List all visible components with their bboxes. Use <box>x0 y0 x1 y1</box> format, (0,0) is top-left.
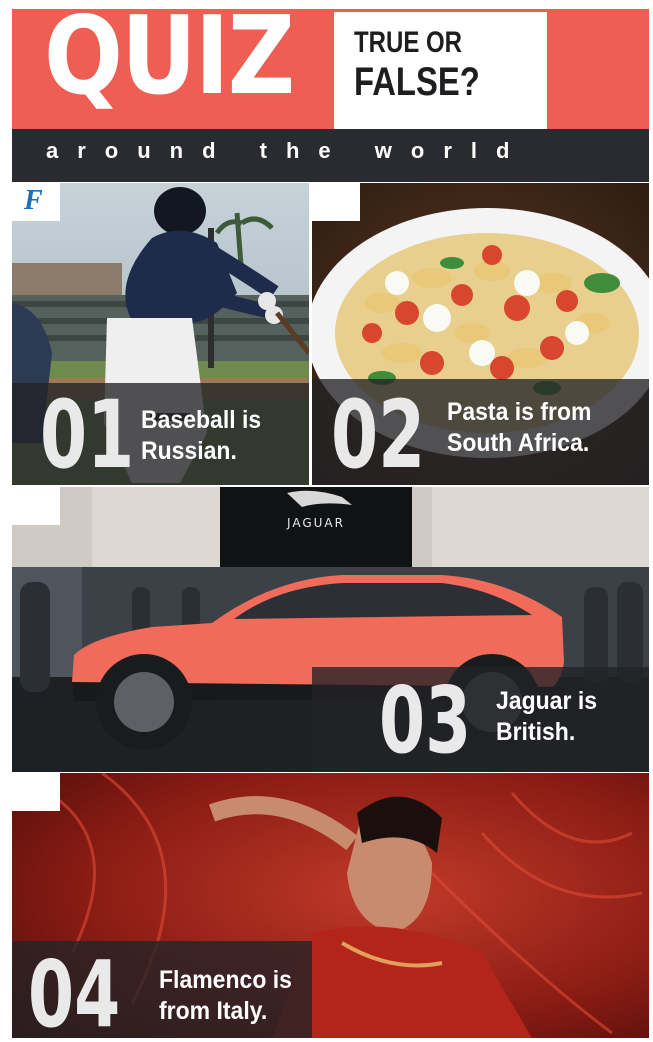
subtitle: around the world <box>46 138 529 163</box>
statement-line: British. <box>496 718 576 746</box>
false-label: FALSE? <box>354 60 480 104</box>
true-or-label: TRUE OR <box>354 26 462 59</box>
statement-line: Baseball is <box>141 406 262 434</box>
answer-box-3[interactable] <box>12 487 60 525</box>
subtitle-band: around the world <box>12 129 649 182</box>
quiz-title: QUIZ <box>44 0 295 119</box>
statement-line: South Africa. <box>447 429 590 457</box>
statement-line: Russian. <box>141 437 237 465</box>
question-statement: Flamenco is from Italy. <box>159 965 292 1027</box>
question-panel-4: 04 Flamenco is from Italy. <box>12 773 649 1038</box>
statement-line: from Italy. <box>159 997 268 1025</box>
answer-box-1[interactable]: F <box>12 183 60 221</box>
answer-box-2[interactable] <box>312 183 360 221</box>
answer-box-4[interactable] <box>12 773 60 811</box>
caption-band <box>312 667 649 772</box>
brand-sign: JAGUAR <box>286 516 345 530</box>
true-or-false-box: TRUE OR FALSE? <box>334 12 547 129</box>
question-panel-2: 02 Pasta is from South Africa. <box>312 183 649 485</box>
quiz-header: QUIZ TRUE OR FALSE? <box>12 3 649 129</box>
question-panel-3: JAGUAR 03 Jaguar is British. <box>12 487 649 772</box>
statement-line: Pasta is from <box>447 398 592 426</box>
question-statement: Jaguar is British. <box>496 686 597 748</box>
question-statement: Pasta is from South Africa. <box>447 397 591 459</box>
question-statement: Baseball is Russian. <box>141 405 261 467</box>
question-number: 03 <box>379 667 472 772</box>
question-number: 04 <box>28 941 121 1039</box>
statement-line: Jaguar is <box>496 687 597 715</box>
question-panel-1: F 01 Baseball is Russian. <box>12 183 309 485</box>
answer-mark: F <box>24 185 43 216</box>
question-number: 01 <box>40 381 135 485</box>
question-number: 02 <box>331 381 426 485</box>
statement-line: Flamenco is <box>159 966 292 994</box>
